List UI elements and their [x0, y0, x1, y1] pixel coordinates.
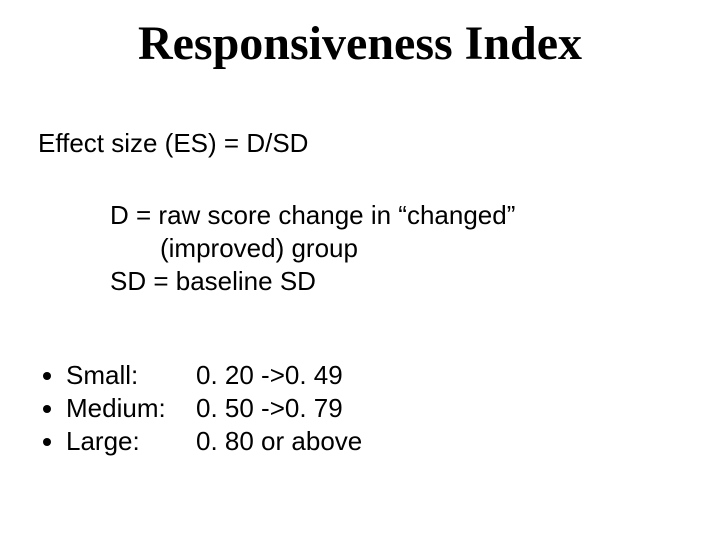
definitions-block: D = raw score change in “changed” (impro… [110, 200, 515, 299]
list-item: Small: 0. 20 ->0. 49 [66, 360, 362, 391]
list-item: Large: 0. 80 or above [66, 426, 362, 457]
category-range: 0. 20 ->0. 49 [196, 360, 343, 391]
definition-d-line1: D = raw score change in “changed” [110, 200, 515, 231]
categories-list: Small: 0. 20 ->0. 49 Medium: 0. 50 ->0. … [38, 360, 362, 459]
category-range: 0. 50 ->0. 79 [196, 393, 343, 424]
definition-sd: SD = baseline SD [110, 266, 515, 297]
category-label: Small: [66, 360, 196, 391]
category-label: Large: [66, 426, 196, 457]
slide-title: Responsiveness Index [0, 16, 720, 71]
list-item: Medium: 0. 50 ->0. 79 [66, 393, 362, 424]
category-label: Medium: [66, 393, 196, 424]
category-range: 0. 80 or above [196, 426, 362, 457]
definition-d-line2: (improved) group [160, 233, 515, 264]
formula-line: Effect size (ES) = D/SD [38, 128, 308, 159]
